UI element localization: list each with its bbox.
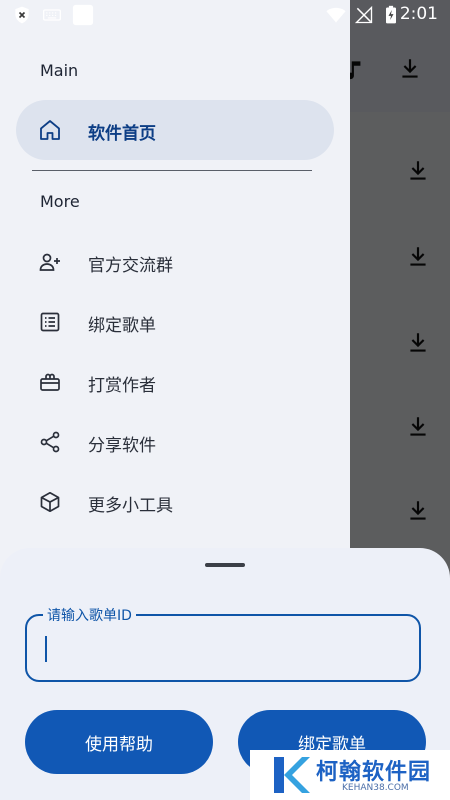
section-title-main: Main	[40, 61, 79, 80]
drawer-item-donate[interactable]: 打赏作者	[16, 352, 334, 412]
status-time: 2:01	[399, 4, 438, 24]
drawer-item-label: 官方交流群	[88, 256, 173, 276]
drawer-item-label: 分享软件	[88, 436, 156, 456]
drawer-item-label: 绑定歌单	[88, 316, 156, 336]
drawer-item-label: 打赏作者	[88, 376, 156, 396]
status-bar: 2:01	[0, 0, 450, 30]
playlist-id-field[interactable]: 请输入歌单ID	[25, 605, 421, 682]
text-cursor	[45, 636, 47, 662]
no-signal-icon	[354, 5, 374, 25]
add-group-icon	[38, 250, 62, 274]
drawer-item-label: 软件首页	[88, 124, 156, 144]
watermark-subtext: KEHAN38.COM	[342, 783, 409, 793]
keyboard-icon	[42, 5, 62, 25]
watermark-logo-icon	[270, 753, 310, 797]
gift-icon	[38, 370, 62, 394]
drawer-item-label: 更多小工具	[88, 496, 173, 516]
battery-charging-icon	[381, 5, 401, 25]
watermark-text: 柯翰软件园	[316, 760, 432, 785]
drawer-divider	[32, 170, 312, 171]
drawer-item-share[interactable]: 分享软件	[16, 412, 334, 472]
sheet-drag-handle[interactable]	[205, 563, 245, 567]
wifi-icon	[326, 5, 346, 25]
cube-icon	[38, 490, 62, 514]
drawer-item-home[interactable]: 软件首页	[16, 100, 334, 160]
section-title-more: More	[40, 192, 80, 211]
help-button[interactable]: 使用帮助	[25, 710, 213, 774]
drawer-item-group[interactable]: 官方交流群	[16, 232, 334, 292]
app-square-icon	[72, 4, 94, 26]
drawer-item-bind-playlist[interactable]: 绑定歌单	[16, 292, 334, 352]
watermark: 柯翰软件园 KEHAN38.COM	[250, 750, 450, 800]
share-icon	[38, 430, 62, 454]
list-icon	[38, 310, 62, 334]
playlist-id-label: 请输入歌单ID	[43, 605, 136, 625]
shield-x-icon	[12, 5, 32, 25]
home-icon	[38, 118, 62, 142]
drawer-item-tools[interactable]: 更多小工具	[16, 472, 334, 532]
playlist-id-input[interactable]	[43, 628, 407, 670]
